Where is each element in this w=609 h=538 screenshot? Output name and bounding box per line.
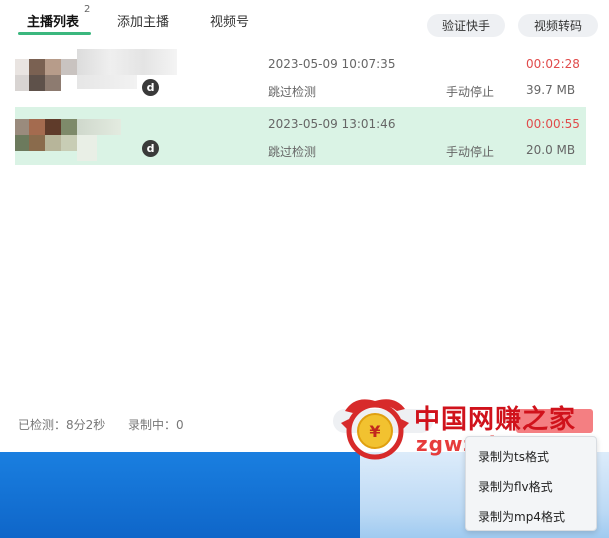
stop-status: 手动停止 bbox=[446, 85, 495, 99]
blurred-name bbox=[77, 119, 121, 135]
record-format-menu: 录制为ts格式 录制为flv格式 录制为mp4格式 bbox=[465, 436, 597, 531]
recording-count-status: 录制中：0 bbox=[128, 418, 184, 432]
platform-icon: d bbox=[142, 140, 159, 157]
record-duration: 00:00:55 bbox=[526, 117, 580, 131]
detect-status: 跳过检测 bbox=[268, 85, 317, 99]
verify-kuaishou-button[interactable]: 验证快手 bbox=[427, 14, 505, 37]
tab-streamer-list-count-badge: 2 bbox=[84, 4, 91, 15]
dragon-logo-icon: ¥ bbox=[341, 399, 409, 460]
stop-status: 手动停止 bbox=[446, 145, 495, 159]
tab-add-streamer[interactable]: 添加主播 bbox=[117, 11, 169, 30]
record-duration: 00:02:28 bbox=[526, 57, 580, 71]
table-row-selected[interactable]: d 2023-05-09 13:01:46 00:00:55 跳过检测 手动停止… bbox=[15, 107, 586, 165]
file-size: 39.7 MB bbox=[526, 83, 576, 97]
tab-video-account[interactable]: 视频号 bbox=[210, 11, 249, 30]
detect-status: 跳过检测 bbox=[268, 145, 317, 159]
video-transcode-button[interactable]: 视频转码 bbox=[518, 14, 598, 37]
menu-item-record-flv[interactable]: 录制为flv格式 bbox=[478, 478, 553, 495]
blurred-name bbox=[77, 49, 177, 75]
tab-streamer-list[interactable]: 主播列表 bbox=[27, 11, 79, 30]
menu-item-record-mp4[interactable]: 录制为mp4格式 bbox=[478, 508, 565, 525]
svg-text:¥: ¥ bbox=[369, 422, 380, 441]
checked-time-status: 已检测：8分2秒 bbox=[18, 418, 106, 432]
active-tab-underline bbox=[18, 32, 91, 35]
record-datetime: 2023-05-09 10:07:35 bbox=[268, 57, 396, 71]
table-row[interactable]: d 2023-05-09 10:07:35 00:02:28 跳过检测 手动停止… bbox=[15, 49, 586, 107]
platform-icon: d bbox=[142, 79, 159, 96]
watermark-title: 中国网赚之家 bbox=[414, 405, 577, 435]
menu-item-record-ts[interactable]: 录制为ts格式 bbox=[478, 448, 549, 465]
record-datetime: 2023-05-09 13:01:46 bbox=[268, 117, 396, 131]
blurred-avatar bbox=[15, 119, 29, 135]
file-size: 20.0 MB bbox=[526, 143, 576, 157]
blurred-avatar bbox=[15, 59, 29, 75]
